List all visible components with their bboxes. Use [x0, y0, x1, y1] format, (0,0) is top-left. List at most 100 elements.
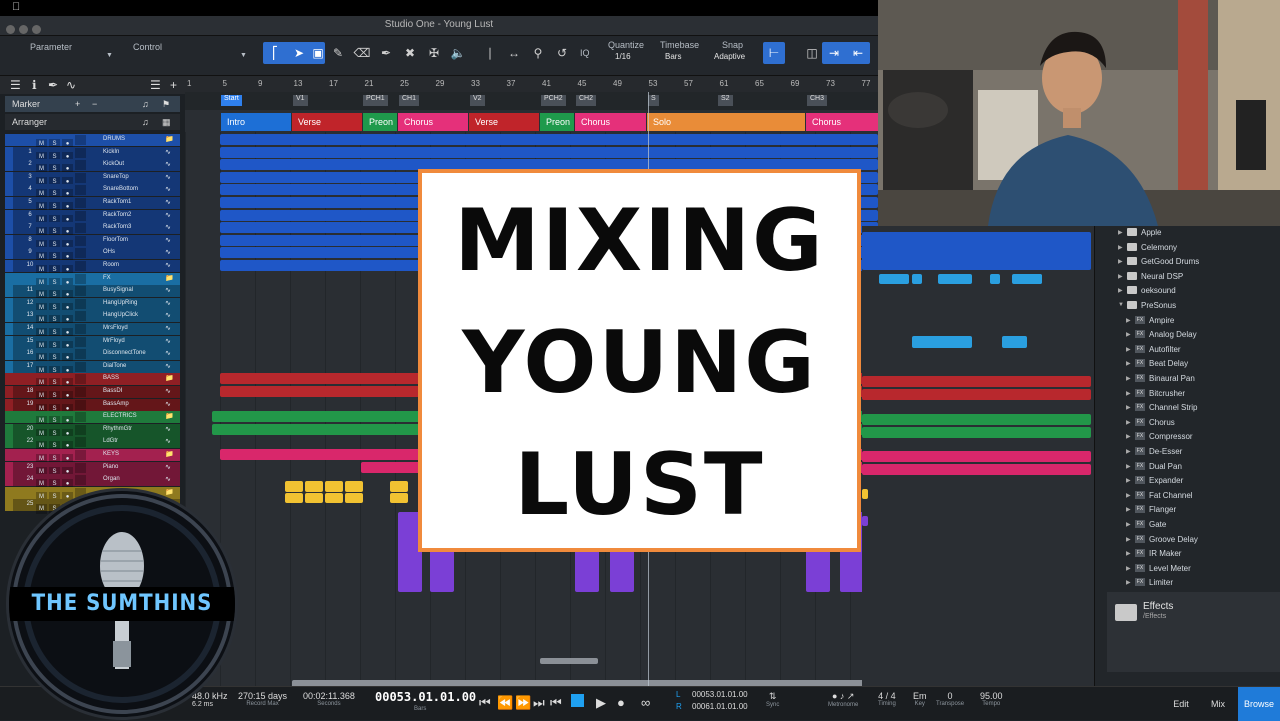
track-name[interactable]: KickOut — [103, 161, 124, 167]
browser-item[interactable]: ▶ Apple — [1095, 226, 1275, 240]
arranger-section[interactable]: Intro — [221, 113, 291, 131]
zoom-icon[interactable]: ⚲ — [526, 42, 550, 64]
track-row[interactable]: 4 M S ● SnareBottom ∿ — [5, 184, 180, 200]
browser-item[interactable]: ▶ FX De-Esser — [1095, 445, 1275, 459]
monitor-button[interactable] — [75, 135, 86, 145]
seconds-display[interactable]: 00:02:11.368 Seconds — [303, 691, 355, 707]
track-color-strip[interactable] — [5, 360, 13, 373]
audio-event[interactable] — [962, 274, 972, 284]
track-name[interactable]: KickIn — [103, 149, 119, 155]
inspector-icon[interactable]: ◫ — [800, 42, 824, 64]
pencil-icon[interactable]: ✎ — [326, 42, 350, 64]
snap-edges-icon[interactable]: ∣ — [478, 42, 502, 64]
wrench-icon[interactable]: ✒ — [48, 78, 58, 92]
monitor-button[interactable] — [75, 273, 86, 284]
audio-event[interactable] — [862, 389, 1091, 400]
track-color-strip[interactable] — [5, 285, 13, 298]
stop-button[interactable] — [571, 694, 584, 707]
monitor-button[interactable] — [75, 387, 86, 397]
browser-item[interactable]: ▶ FX Gate — [1095, 518, 1275, 532]
audio-event[interactable] — [862, 232, 1091, 270]
mute-tool-icon[interactable]: ✖ — [398, 42, 422, 64]
track-name[interactable]: BASS — [103, 375, 119, 381]
loop-end[interactable]: 00061.01.01.00 — [692, 702, 748, 711]
midi-event[interactable] — [345, 480, 363, 492]
arranger-section[interactable]: Verse — [469, 113, 539, 131]
browser-item[interactable]: ▶ FX Fat Channel — [1095, 489, 1275, 503]
track-name[interactable]: HangUpClick — [103, 312, 138, 318]
monitor-button[interactable] — [75, 286, 86, 297]
browser-item[interactable]: ▶ FX Autofilter — [1095, 343, 1275, 357]
iq-label[interactable]: IQ — [580, 48, 590, 58]
monitor-button[interactable] — [75, 324, 86, 334]
marker-flag[interactable]: CH3 — [807, 95, 828, 106]
monitor-button[interactable] — [75, 210, 86, 221]
marker-flag[interactable]: Start — [221, 95, 242, 106]
track-color-strip[interactable] — [5, 310, 13, 323]
track-color-strip[interactable] — [5, 373, 13, 386]
track-color-strip[interactable] — [5, 323, 13, 335]
track-name[interactable]: FX — [103, 275, 111, 281]
track-color-strip[interactable] — [5, 146, 13, 159]
monitor-button[interactable] — [75, 349, 86, 360]
browser-item[interactable]: ▶ FX Binaural Pan — [1095, 372, 1275, 386]
track-name[interactable]: ELECTRICS — [103, 413, 137, 419]
track-row[interactable]: 20 M S ● RhythmGtr ∿ — [5, 423, 180, 439]
track-row[interactable]: 11 M S ● BusySignal ∿ — [5, 285, 180, 301]
apple-icon[interactable]:  — [12, 1, 20, 13]
monitor-button[interactable] — [75, 450, 86, 460]
track-color-strip[interactable] — [5, 260, 13, 272]
track-name[interactable]: RhythmGtr — [103, 426, 132, 432]
marker-flag[interactable]: CH2 — [576, 95, 597, 106]
marker-flag[interactable]: V1 — [293, 95, 308, 106]
track-color-strip[interactable] — [5, 272, 13, 285]
track-row[interactable]: 9 M S ● OHs ∿ — [5, 247, 180, 263]
monitor-button[interactable] — [75, 361, 86, 372]
track-row[interactable]: 6 M S ● RackTom2 ∿ — [5, 209, 180, 225]
track-name[interactable]: SnareBottom — [103, 186, 138, 192]
browser-item[interactable]: ▼ PreSonus — [1095, 299, 1275, 313]
arranger-section[interactable]: Chorus — [575, 113, 646, 131]
chevron-down-icon[interactable]: ▼ — [240, 52, 247, 59]
track-row[interactable]: 13 M S ● HangUpClick ∿ — [5, 310, 180, 326]
fast-forward-icon[interactable]: ⏩ — [515, 695, 531, 711]
audio-event[interactable] — [862, 427, 1091, 438]
midi-event[interactable] — [305, 480, 323, 492]
monitor-button[interactable] — [75, 172, 86, 183]
monitor-button[interactable] — [75, 185, 86, 196]
browser-item[interactable]: ▶ FX Compressor — [1095, 430, 1275, 444]
chevron-right-icon[interactable]: ▶ — [1126, 375, 1131, 382]
chevron-right-icon[interactable]: ▶ — [1126, 521, 1131, 528]
next-marker-icon[interactable]: ⏭ — [533, 695, 545, 711]
monitor-button[interactable] — [75, 399, 86, 410]
track-row[interactable]: 12 M S ● HangUpRing ∿ — [5, 297, 180, 313]
console-icon[interactable]: ⇥ — [822, 42, 846, 64]
menu-icon[interactable]: ☰ — [150, 78, 161, 92]
midi-event[interactable] — [862, 516, 868, 526]
track-color-strip[interactable] — [5, 499, 13, 512]
chevron-right-icon[interactable]: ▶ — [1126, 463, 1131, 470]
track-name[interactable]: Piano — [103, 464, 118, 470]
track-name[interactable]: BusySignal — [103, 287, 133, 293]
midi-event[interactable] — [862, 489, 868, 499]
monitor-button[interactable] — [75, 160, 86, 171]
track-row[interactable]: 16 M S ● DisconnectTone ∿ — [5, 348, 180, 364]
chevron-right-icon[interactable]: ▶ — [1126, 331, 1131, 338]
track-name[interactable]: KEYS — [103, 451, 119, 457]
speaker-icon[interactable]: 🔈 — [446, 42, 470, 64]
key[interactable]: Em Key — [913, 691, 927, 707]
track-color-strip[interactable] — [5, 209, 13, 222]
arranger-section[interactable]: Chorus — [398, 113, 468, 131]
chevron-right-icon[interactable]: ▶ — [1126, 317, 1131, 324]
browser-item[interactable]: ▶ FX Channel Strip — [1095, 401, 1275, 415]
bars-position[interactable]: 00053.01.01.00 — [375, 690, 476, 704]
browser-item[interactable]: ▶ Neural DSP — [1095, 270, 1275, 284]
folder-track[interactable]: M S ● ELECTRICS 📁 — [5, 411, 180, 427]
metronome[interactable]: ● ♪ ↗ Metronome — [828, 691, 858, 708]
track-row[interactable]: 5 M S ● RackTom1 ∿ — [5, 197, 180, 212]
list-icon[interactable]: ☰ — [10, 78, 21, 92]
track-name[interactable]: RackTom3 — [103, 224, 131, 230]
audio-event[interactable] — [912, 336, 972, 348]
track-name[interactable]: MrsFloyd — [103, 325, 128, 331]
browser-footer[interactable]: Effects /Effects — [1107, 592, 1280, 672]
